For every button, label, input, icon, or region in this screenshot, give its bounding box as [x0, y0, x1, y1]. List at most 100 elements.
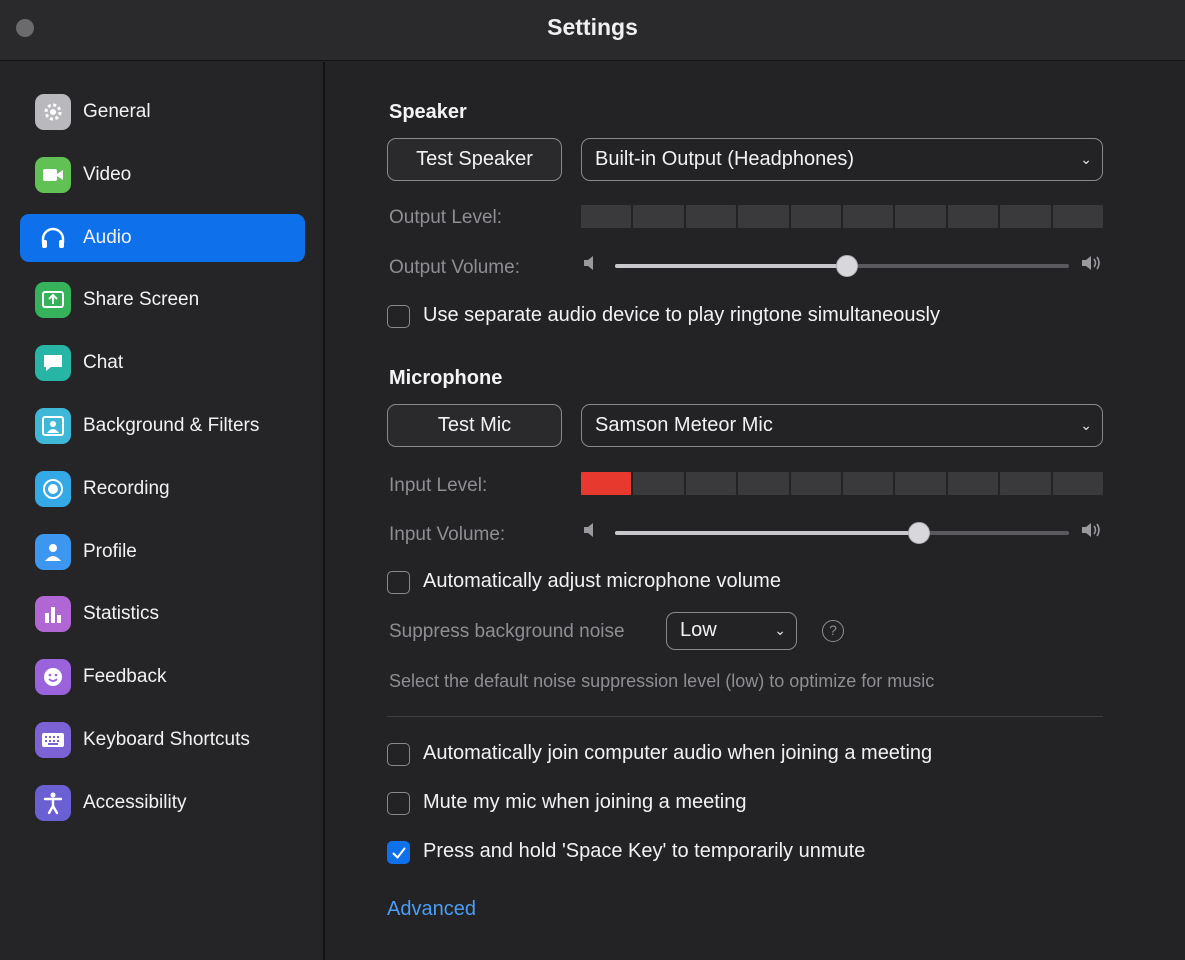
output-volume-track	[615, 255, 1069, 277]
input-volume-knob[interactable]	[908, 522, 931, 544]
background-icon	[35, 408, 71, 444]
suppress-noise-label: Suppress background noise	[389, 621, 625, 642]
sidebar-item-label: Chat	[83, 352, 124, 374]
sidebar-item-video[interactable]: Video	[20, 151, 305, 199]
headphones-icon	[35, 220, 71, 256]
share-screen-icon	[35, 282, 71, 319]
sidebar-item-profile[interactable]: Profile	[20, 528, 305, 576]
auto-join-audio-checkbox[interactable]	[387, 743, 410, 766]
microphone-device-select[interactable]: Samson Meteor Mic ⌄	[581, 404, 1103, 447]
microphone-device-value: Samson Meteor Mic	[595, 414, 773, 436]
mute-on-join-label: Mute my mic when joining a meeting	[423, 791, 747, 813]
accessibility-icon	[35, 784, 71, 821]
input-level-segment	[1000, 472, 1051, 495]
bar-chart-icon	[35, 596, 71, 633]
output-level-segment	[633, 205, 684, 228]
auto-join-audio-label: Automatically join computer audio when j…	[423, 742, 933, 764]
input-volume-track	[615, 522, 1069, 544]
test-speaker-button[interactable]: Test Speaker	[387, 138, 562, 181]
section-divider	[387, 716, 1103, 717]
output-level-segment	[947, 205, 999, 228]
volume-high-icon	[1080, 254, 1104, 277]
input-level-label: Input Level:	[389, 475, 488, 496]
suppress-noise-select[interactable]: Low ⌄	[666, 612, 797, 650]
output-level-label: Output Level:	[389, 207, 503, 228]
gear-icon	[35, 94, 71, 130]
sidebar-item-background-filters[interactable]: Background & Filters	[20, 402, 305, 450]
sidebar-item-label: Video	[83, 163, 132, 185]
sidebar-item-accessibility[interactable]: Accessibility	[20, 779, 305, 827]
sidebar-item-label: Keyboard Shortcuts	[83, 729, 250, 750]
chat-bubble-icon	[35, 345, 71, 382]
input-volume-fill	[615, 531, 920, 535]
input-level-segment	[895, 472, 946, 495]
speaker-section-title: Speaker	[389, 101, 467, 123]
output-level-segment	[738, 205, 789, 228]
volume-low-icon	[582, 254, 598, 277]
output-level-segment	[843, 205, 894, 228]
sidebar-item-keyboard-shortcuts[interactable]: Keyboard Shortcuts	[20, 716, 305, 764]
checkmark-icon	[392, 847, 406, 859]
volume-high-icon	[1080, 521, 1104, 544]
record-icon	[35, 470, 71, 507]
test-mic-button[interactable]: Test Mic	[387, 404, 562, 447]
video-camera-icon	[35, 156, 71, 193]
input-level-segment	[581, 472, 632, 495]
sidebar-item-chat[interactable]: Chat	[20, 339, 305, 387]
input-level-segment	[1052, 472, 1104, 495]
sidebar-item-label: Accessibility	[83, 791, 187, 813]
input-volume-label: Input Volume:	[389, 524, 506, 545]
output-level-segment	[1052, 205, 1104, 228]
input-level-segment	[843, 472, 894, 495]
sidebar-item-feedback[interactable]: Feedback	[20, 653, 305, 701]
output-level-meter	[581, 205, 1104, 228]
ringtone-device-label: Use separate audio device to play ringto…	[423, 304, 940, 326]
chevron-down-icon: ⌄	[774, 622, 786, 638]
output-volume-knob[interactable]	[835, 255, 858, 277]
advanced-link[interactable]: Advanced	[387, 898, 476, 921]
help-icon[interactable]: ?	[822, 620, 844, 642]
output-volume-slider[interactable]	[582, 254, 1104, 278]
sidebar-item-general[interactable]: General	[20, 88, 305, 136]
suppress-noise-value: Low	[680, 619, 717, 641]
output-level-segment	[685, 205, 737, 228]
output-level-segment	[1000, 205, 1051, 228]
mute-on-join-checkbox[interactable]	[387, 792, 410, 815]
output-level-segment	[581, 205, 632, 228]
sidebar-item-label: Recording	[83, 477, 170, 499]
auto-adjust-mic-label: Automatically adjust microphone volume	[423, 570, 781, 592]
input-level-segment	[685, 472, 737, 495]
auto-adjust-mic-checkbox[interactable]	[387, 571, 410, 594]
sidebar-item-statistics[interactable]: Statistics	[20, 590, 305, 638]
input-level-segment	[633, 472, 684, 495]
smiley-icon	[35, 659, 71, 696]
volume-low-icon	[582, 521, 598, 544]
sidebar-item-audio[interactable]: Audio	[20, 213, 305, 262]
space-unmute-checkbox[interactable]	[387, 841, 410, 864]
sidebar-item-label: Feedback	[83, 666, 167, 688]
auto-join-audio-option[interactable]: Automatically join computer audio when j…	[387, 742, 1037, 768]
space-unmute-label: Press and hold 'Space Key' to temporaril…	[423, 840, 866, 862]
sidebar-item-share-screen[interactable]: Share Screen	[20, 276, 305, 324]
input-level-meter	[581, 472, 1104, 495]
output-volume-label: Output Volume:	[389, 257, 520, 278]
output-volume-fill	[615, 264, 847, 268]
input-level-segment	[738, 472, 789, 495]
speaker-device-select[interactable]: Built-in Output (Headphones) ⌄	[581, 138, 1103, 181]
sidebar-item-label: General	[83, 101, 151, 122]
input-volume-slider[interactable]	[582, 521, 1104, 545]
chevron-down-icon: ⌄	[1080, 417, 1092, 433]
person-icon	[35, 533, 71, 570]
sidebar-item-recording[interactable]: Recording	[20, 465, 305, 513]
ringtone-device-checkbox[interactable]	[387, 305, 410, 328]
input-level-segment	[947, 472, 999, 495]
sidebar-item-label: Audio	[83, 226, 132, 248]
speaker-device-value: Built-in Output (Headphones)	[595, 148, 855, 170]
ringtone-device-option[interactable]: Use separate audio device to play ringto…	[387, 304, 987, 330]
title-bar: Settings	[0, 0, 1185, 61]
window-title: Settings	[547, 14, 638, 40]
auto-adjust-mic-option[interactable]: Automatically adjust microphone volume	[387, 570, 987, 596]
mute-on-join-option[interactable]: Mute my mic when joining a meeting	[387, 791, 987, 817]
settings-sidebar: General Video Audio Share Screen Chat Backgro…	[0, 62, 325, 960]
space-unmute-option[interactable]: Press and hold 'Space Key' to temporaril…	[387, 840, 987, 866]
